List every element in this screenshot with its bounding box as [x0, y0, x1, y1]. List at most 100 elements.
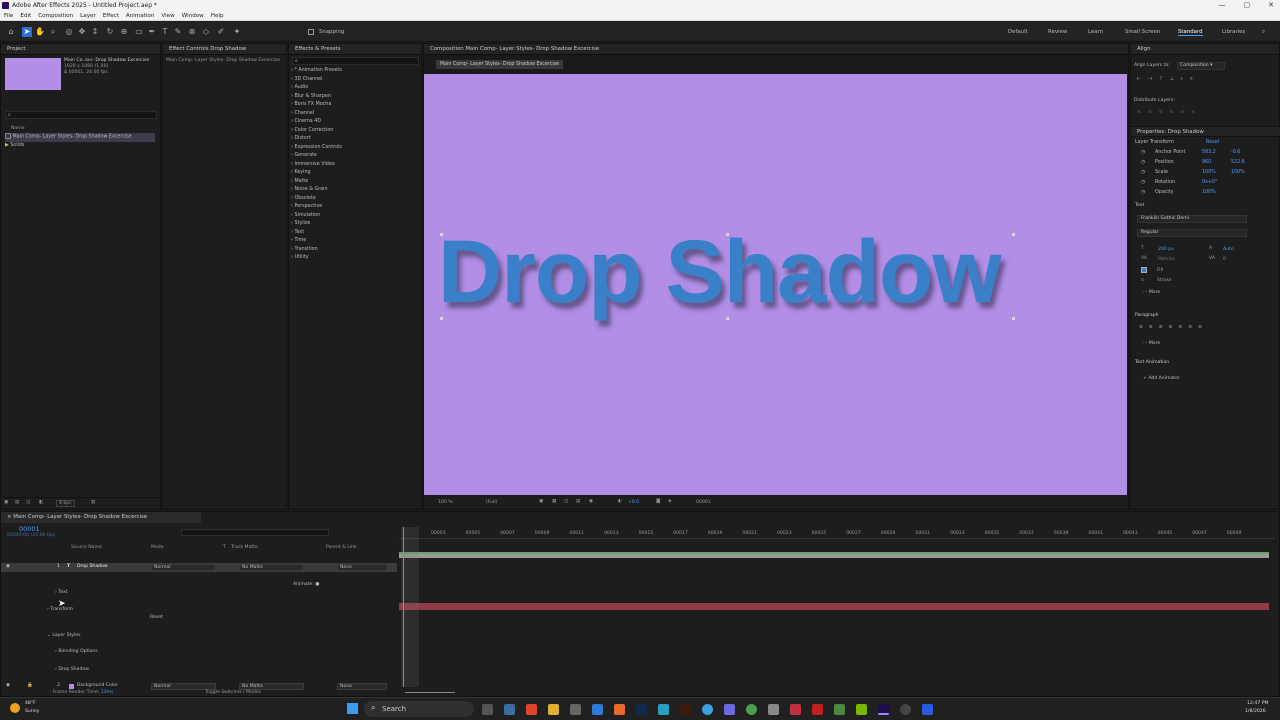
effects-category[interactable]: › Generate: [291, 152, 419, 161]
search-help-icon[interactable]: ⌕: [1262, 29, 1265, 36]
zoom-dropdown[interactable]: 100 %: [438, 500, 453, 505]
transparency-grid-icon[interactable]: ▦: [552, 499, 556, 504]
chrome-icon[interactable]: [746, 704, 757, 715]
timeline-layer-row[interactable]: ◉ 1 T Drop Shadow Normal No Matte None: [1, 563, 397, 572]
animate-menu[interactable]: Animate: ●: [293, 581, 1280, 590]
task-view-icon[interactable]: [482, 704, 493, 715]
playhead[interactable]: [403, 527, 404, 687]
effects-category[interactable]: › Distort: [291, 135, 419, 144]
app-icon[interactable]: [724, 704, 735, 715]
photos-icon[interactable]: [768, 704, 779, 715]
distribute-buttons[interactable]: ≡≡≡≡≡≡: [1137, 110, 1202, 115]
property-value[interactable]: 583.2: [1202, 148, 1216, 158]
transform-property-row[interactable]: ◷ Scale 100% 100%: [1135, 168, 1277, 178]
mode-dropdown[interactable]: Normal: [151, 683, 216, 690]
selection-tool-icon[interactable]: ➤: [22, 27, 32, 37]
effects-category[interactable]: › Text: [291, 229, 419, 238]
current-time-display[interactable]: 00001: [696, 500, 711, 505]
layer-bar-background[interactable]: [399, 603, 1269, 610]
app-icon-red[interactable]: [790, 704, 801, 715]
layer-handle[interactable]: [726, 233, 729, 236]
menu-item-composition[interactable]: Composition: [38, 11, 73, 20]
new-folder-icon[interactable]: ▤: [15, 500, 19, 505]
menu-item-layer[interactable]: Layer: [80, 11, 96, 20]
transform-property-row[interactable]: ◷ Anchor Point 583.2 -0.6: [1135, 148, 1277, 158]
parent-dropdown[interactable]: None: [337, 564, 387, 571]
mode-dropdown[interactable]: Normal: [151, 564, 216, 571]
snapping-checkbox[interactable]: [308, 29, 314, 35]
type-tool-icon[interactable]: T: [160, 27, 170, 37]
workspace-standard[interactable]: Standard: [1178, 29, 1203, 36]
property-value[interactable]: 0x+0°: [1202, 178, 1217, 188]
kerning-value[interactable]: Metrics: [1158, 257, 1175, 262]
mail-icon[interactable]: [592, 704, 603, 715]
stopwatch-icon[interactable]: ◷: [1141, 178, 1145, 188]
parent-dropdown[interactable]: None: [337, 683, 387, 690]
text-more-button[interactable]: ··· More: [1143, 290, 1160, 295]
workspace-review[interactable]: Review: [1048, 29, 1067, 35]
paragraph-align-buttons[interactable]: ≡≡≡≡≡≡≡: [1139, 325, 1208, 330]
style-dropdown[interactable]: Regular: [1137, 229, 1247, 237]
photoshop-icon[interactable]: [636, 704, 647, 715]
minimize-icon[interactable]: —: [1219, 0, 1226, 11]
effects-presets-tab[interactable]: Effects & Presets: [289, 44, 421, 55]
close-icon[interactable]: ✕: [1268, 0, 1274, 11]
file-explorer-icon[interactable]: [548, 704, 559, 715]
menu-item-window[interactable]: Window: [182, 11, 204, 20]
brush-tool-icon[interactable]: ✎: [173, 27, 183, 37]
layer-handle[interactable]: [1012, 317, 1015, 320]
workspace-default[interactable]: Default: [1008, 29, 1028, 35]
illustrator-icon[interactable]: [680, 704, 691, 715]
effects-category[interactable]: › Keying: [291, 169, 419, 178]
track-matte-dropdown[interactable]: No Matte: [239, 564, 304, 571]
time-ruler[interactable]: 00003 00005 00007 00009 00011 00013 00015 00017…: [399, 529, 1275, 539]
nvidia-icon[interactable]: [856, 704, 867, 715]
effects-category[interactable]: › Matte: [291, 178, 419, 187]
workspace-learn[interactable]: Learn: [1088, 29, 1103, 35]
font-size-value[interactable]: 200 px: [1158, 247, 1174, 252]
puppet-tool-icon[interactable]: ✦: [232, 27, 242, 37]
effects-category[interactable]: › Simulation: [291, 212, 419, 221]
project-item-comp[interactable]: Main Comp- Layer Styles- Drop Shadow Exc…: [5, 133, 155, 142]
effects-category[interactable]: › Channel: [291, 110, 419, 119]
eraser-tool-icon[interactable]: ◇: [201, 27, 211, 37]
rectangle-tool-icon[interactable]: ▭: [134, 27, 144, 37]
stopwatch-icon[interactable]: ◷: [1141, 188, 1145, 198]
properties-tab[interactable]: Properties: Drop Shadow: [1131, 126, 1280, 137]
trash-icon[interactable]: ▥: [91, 500, 95, 505]
transform-reset-link[interactable]: Reset: [150, 614, 1280, 623]
app-icon-circle[interactable]: [900, 704, 911, 715]
name-column-header[interactable]: Name: [11, 126, 25, 131]
property-value[interactable]: -0.6: [1231, 148, 1240, 158]
effects-category[interactable]: › Utility: [291, 254, 419, 263]
menu-item-effect[interactable]: Effect: [103, 11, 119, 20]
effects-category[interactable]: › Stylize: [291, 220, 419, 229]
leading-value[interactable]: Auto: [1223, 247, 1234, 252]
effects-category[interactable]: › Cinema 4D: [291, 118, 419, 127]
composition-viewer-tab[interactable]: Main Comp- Layer Styles- Drop Shadow Exc…: [436, 60, 564, 69]
zoom-slider[interactable]: [405, 692, 455, 693]
align-to-dropdown[interactable]: Composition ▾: [1177, 62, 1225, 70]
workspace-small-screen[interactable]: Small Screen: [1125, 29, 1160, 35]
browser-icon[interactable]: [702, 704, 713, 715]
align-tab[interactable]: Align: [1131, 44, 1279, 55]
property-value[interactable]: 100%: [1202, 168, 1216, 178]
fill-color-swatch[interactable]: [1141, 267, 1147, 273]
brave-browser-icon[interactable]: [526, 704, 537, 715]
resolution-dropdown[interactable]: (Full): [486, 500, 497, 505]
effects-category[interactable]: › Obsolete: [291, 195, 419, 204]
snapshot-icon[interactable]: ◙: [656, 499, 660, 504]
reset-link[interactable]: Reset: [1206, 138, 1219, 148]
stopwatch-icon[interactable]: ◷: [1141, 168, 1145, 178]
menu-item-file[interactable]: File: [4, 11, 13, 20]
menu-item-edit[interactable]: Edit: [20, 11, 31, 20]
blending-options-group[interactable]: › Blending Options: [55, 648, 1280, 657]
hand-tool-icon[interactable]: ✋: [35, 27, 45, 37]
layer-styles-group[interactable]: ⌄ Layer Styles: [47, 632, 1280, 641]
layer-handle[interactable]: [1012, 233, 1015, 236]
pan-tool-icon[interactable]: ✥: [77, 27, 87, 37]
effects-category[interactable]: › Immersive Video: [291, 161, 419, 170]
timeline-timecode[interactable]: 00001: [19, 525, 40, 533]
after-effects-taskbar-icon[interactable]: [878, 704, 889, 715]
align-buttons[interactable]: ⊢⊣⊤⊥⊦⊧: [1137, 77, 1200, 82]
